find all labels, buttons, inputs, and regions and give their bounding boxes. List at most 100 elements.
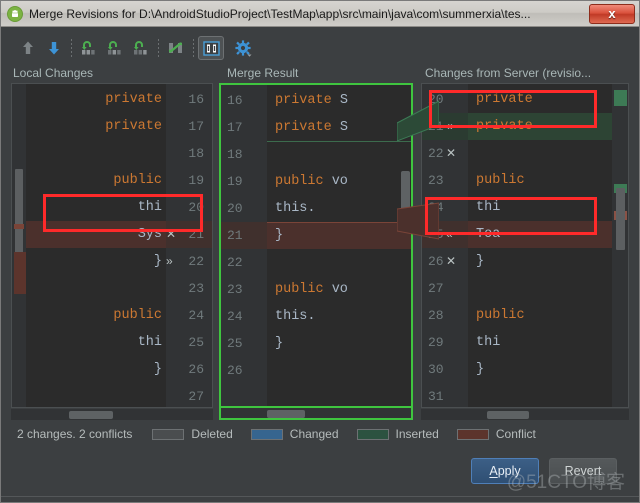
- legend-item-deleted: Deleted: [152, 427, 233, 441]
- code-line[interactable]: [267, 249, 411, 276]
- gear-icon[interactable]: [230, 36, 256, 60]
- editor-local[interactable]: private private public thi Sys} public thi} 16…: [11, 83, 213, 408]
- line-number-row[interactable]: 21 « ✕: [422, 113, 468, 160]
- dialog-content: Local Changes private private public thi Sys…: [1, 27, 639, 502]
- line-number: 25: [188, 335, 204, 350]
- code-line-text: }: [275, 336, 284, 351]
- apply-button[interactable]: Apply: [471, 458, 539, 484]
- code-line[interactable]: Toa: [468, 221, 612, 248]
- line-number: 19: [188, 173, 204, 188]
- code-line-text: public: [113, 173, 162, 188]
- pane-server-changes: Changes from Server (revisio... 20 21 « ✕ 2…: [421, 63, 629, 420]
- line-number: 17: [227, 120, 243, 135]
- code-line[interactable]: private: [26, 86, 166, 113]
- code-line[interactable]: public vo: [267, 276, 411, 303]
- code-line[interactable]: public vo: [267, 168, 411, 195]
- code-line[interactable]: thi: [468, 329, 612, 356]
- code-line[interactable]: this.: [267, 195, 411, 222]
- code-line[interactable]: }: [468, 356, 612, 383]
- change-marker-gutter-local[interactable]: [12, 84, 26, 407]
- line-number: 20: [428, 92, 444, 107]
- code-line-text: public vo: [275, 174, 348, 189]
- code-line[interactable]: thi: [26, 194, 166, 221]
- code-area-merge[interactable]: private S private S public vo this.} public …: [267, 85, 411, 406]
- code-line[interactable]: private: [26, 113, 166, 140]
- legend-label-deleted: Deleted: [191, 427, 233, 441]
- code-line[interactable]: [468, 275, 612, 302]
- toolbar-separator: [158, 39, 159, 57]
- line-number: 23: [428, 173, 444, 188]
- code-line[interactable]: thi: [468, 194, 612, 221]
- hscroll-thumb[interactable]: [487, 411, 529, 419]
- revert-change-icon[interactable]: ✕ »: [166, 221, 188, 268]
- apply-button-label: pply: [497, 464, 521, 478]
- hscrollbar-server[interactable]: [421, 408, 629, 420]
- line-number-row: 17: [221, 114, 267, 141]
- close-icon[interactable]: x: [589, 3, 635, 24]
- line-number: 22: [188, 254, 204, 269]
- code-line-text: private: [105, 119, 162, 134]
- line-number-row: 22: [166, 248, 212, 275]
- accept-change-icon[interactable]: « ✕: [446, 113, 468, 160]
- code-line[interactable]: [468, 383, 612, 407]
- line-number-row[interactable]: 21 ✕ »: [166, 221, 212, 268]
- change-summary: 2 changes. 2 conflicts: [17, 427, 133, 441]
- line-number-gutter-merge: 16 17 18 19 20 21 22 23 24 25 26: [221, 85, 267, 406]
- code-line[interactable]: private: [468, 86, 612, 113]
- pane-title-merge: Merge Result: [227, 66, 299, 80]
- code-line[interactable]: }: [267, 330, 411, 357]
- marker-thumb[interactable]: [616, 188, 625, 250]
- line-number-gutter-server[interactable]: 20 21 « ✕ 22 23 24 25 « ✕ 26 27 28 29 30 31: [422, 84, 468, 407]
- code-line[interactable]: }: [468, 248, 612, 275]
- toggle-columns-button[interactable]: [198, 36, 224, 60]
- code-line[interactable]: private S: [267, 87, 411, 114]
- revert-button[interactable]: Revert: [549, 458, 617, 484]
- code-line[interactable]: [267, 357, 411, 384]
- code-line-text: thi: [137, 200, 162, 215]
- legend-item-inserted: Inserted: [356, 427, 439, 441]
- editor-merge[interactable]: 16 17 18 19 20 21 22 23 24 25 26 private Sprivate …: [219, 83, 413, 408]
- line-number-row: 30: [422, 356, 468, 383]
- line-number: 24: [188, 308, 204, 323]
- code-line[interactable]: public: [26, 302, 166, 329]
- hscroll-thumb[interactable]: [267, 410, 305, 418]
- magic-resolve-button[interactable]: [163, 36, 189, 60]
- change-marker-gutter-server[interactable]: [612, 84, 628, 407]
- code-line[interactable]: [468, 140, 612, 167]
- code-line[interactable]: [267, 141, 411, 168]
- previous-difference-button[interactable]: [15, 36, 41, 60]
- code-line[interactable]: Sys: [26, 221, 166, 248]
- hscrollbar-merge[interactable]: [219, 408, 413, 420]
- apply-both-button[interactable]: [102, 36, 128, 60]
- code-line[interactable]: [26, 275, 166, 302]
- accept-change-icon[interactable]: « ✕: [446, 221, 468, 268]
- line-number: 31: [428, 389, 444, 404]
- code-line[interactable]: }: [267, 222, 411, 249]
- line-number-gutter-local: 16 17 18 19 20 21 ✕ » 22 23 24 25 26 27: [166, 84, 212, 407]
- code-line-text: thi: [476, 335, 501, 350]
- code-line[interactable]: public: [468, 302, 612, 329]
- code-area-local[interactable]: private private public thi Sys} public thi}: [26, 84, 166, 407]
- apply-left-button[interactable]: [76, 36, 102, 60]
- next-difference-button[interactable]: [41, 36, 67, 60]
- apply-right-button[interactable]: [128, 36, 154, 60]
- line-number: 24: [227, 309, 243, 324]
- code-line[interactable]: public: [26, 167, 166, 194]
- code-line[interactable]: private S: [267, 114, 411, 141]
- line-number-row: 19: [166, 167, 212, 194]
- line-number-row: 16: [166, 86, 212, 113]
- code-line[interactable]: }: [26, 248, 166, 275]
- code-line[interactable]: thi: [26, 329, 166, 356]
- code-line[interactable]: this.: [267, 303, 411, 330]
- line-number-row[interactable]: 25 « ✕: [422, 221, 468, 268]
- hscrollbar-local[interactable]: [11, 408, 213, 420]
- legend-swatch-changed: [250, 428, 283, 440]
- code-line[interactable]: [26, 140, 166, 167]
- code-line[interactable]: public: [468, 167, 612, 194]
- code-line[interactable]: }: [26, 356, 166, 383]
- code-line[interactable]: private: [468, 113, 612, 140]
- editor-server[interactable]: 20 21 « ✕ 22 23 24 25 « ✕ 26 27 28 29 30 31 private pr…: [421, 83, 629, 408]
- hscroll-thumb[interactable]: [69, 411, 113, 419]
- code-line[interactable]: [26, 383, 166, 407]
- code-area-server[interactable]: private private public thi Toa} public thi}: [468, 84, 612, 407]
